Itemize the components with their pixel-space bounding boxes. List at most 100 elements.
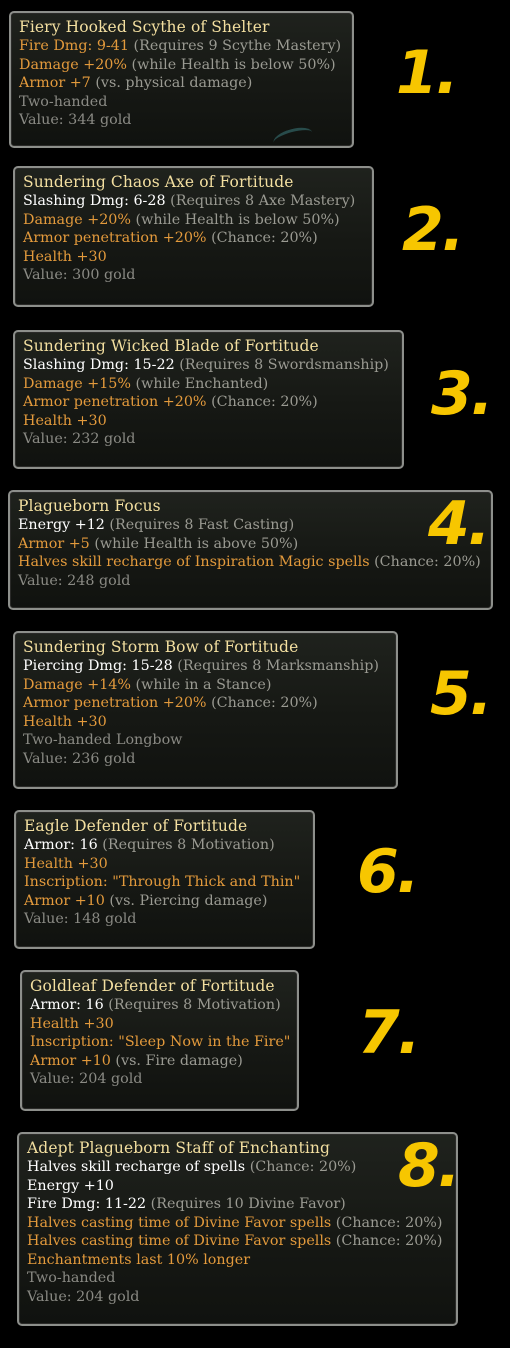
stat-text: Health +30 [23, 713, 107, 730]
stat-condition: (while Health is below 50%) [130, 211, 340, 228]
stat-condition: (Requires 8 Swordsmanship) [174, 357, 389, 373]
stat-line: Halves skill recharge of spells (Chance:… [27, 1158, 456, 1177]
stat-text: Inscription: "Through Thick and Thin" [24, 874, 301, 890]
stat-line: Two-handed [19, 93, 352, 112]
stat-line: Armor: 16 (Requires 8 Motivation) [30, 996, 297, 1015]
stat-text: Value: 236 gold [23, 750, 136, 767]
stat-text: Armor: 16 [30, 997, 104, 1013]
item-stats: Slashing Dmg: 15-22 (Requires 8 Swordsma… [23, 356, 402, 449]
stat-text: Armor +10 [24, 892, 105, 909]
stat-text: Health +30 [23, 248, 107, 265]
stat-line: Armor penetration +20% (Chance: 20%) [23, 229, 372, 248]
stat-condition: (Requires 8 Fast Casting) [104, 517, 295, 533]
item-stats: Armor: 16 (Requires 8 Motivation) Health … [30, 996, 297, 1089]
stat-line: Health +30 [30, 1015, 297, 1034]
stat-line: Value: 148 gold [24, 910, 313, 929]
item-number-6: 6. [357, 837, 420, 907]
stat-condition: (vs. physical damage) [90, 75, 253, 91]
stat-text: Health +30 [24, 855, 108, 872]
item-stats: Slashing Dmg: 6-28 (Requires 8 Axe Maste… [23, 192, 372, 285]
stat-text: Fire Dmg: 9-41 [19, 38, 129, 54]
stat-text: Armor penetration +20% [23, 394, 207, 410]
item-stats: Fire Dmg: 9-41 (Requires 9 Scythe Master… [19, 37, 352, 130]
stat-text: Armor +5 [18, 535, 90, 552]
stat-line: Halves casting time of Divine Favor spel… [27, 1232, 456, 1251]
stat-text: Slashing Dmg: 6-28 [23, 193, 166, 209]
stat-line: Value: 232 gold [23, 430, 402, 449]
stat-condition: (Chance: 20%) [245, 1159, 357, 1175]
stat-text: Energy +10 [27, 1177, 114, 1194]
item-number-4: 4. [428, 489, 491, 559]
item-tooltip-7: Goldleaf Defender of Fortitude Armor: 16… [20, 970, 299, 1111]
stat-line: Value: 204 gold [30, 1070, 297, 1089]
item-stats: Halves skill recharge of spells (Chance:… [27, 1158, 456, 1306]
stat-line: Slashing Dmg: 15-22 (Requires 8 Swordsma… [23, 356, 402, 375]
stat-line: Armor penetration +20% (Chance: 20%) [23, 694, 396, 713]
item-title: Plagueborn Focus [18, 497, 161, 515]
stat-condition: (vs. Piercing damage) [104, 892, 268, 909]
stat-line: Health +30 [23, 248, 372, 267]
stat-text: Damage +20% [23, 211, 131, 228]
stat-line: Halves casting time of Divine Favor spel… [27, 1214, 456, 1233]
stat-text: Value: 344 gold [19, 112, 132, 128]
stat-condition: (while Health is above 50%) [89, 535, 299, 552]
stat-line: Armor +7 (vs. physical damage) [19, 74, 352, 93]
stat-text: Damage +15% [23, 375, 131, 392]
stat-text: Fire Dmg: 11-22 [27, 1196, 147, 1212]
item-number-1: 1. [396, 38, 459, 108]
stat-line: Damage +20% (while Health is below 50%) [23, 211, 372, 230]
item-tooltip-3: Sundering Wicked Blade of Fortitude Slas… [13, 330, 404, 469]
stat-line: Two-handed [27, 1269, 456, 1288]
item-number-7: 7. [358, 998, 421, 1068]
stat-text: Value: 300 gold [23, 267, 136, 283]
stat-line: Halves skill recharge of Inspiration Mag… [18, 553, 491, 572]
stat-text: Damage +20% [19, 56, 127, 73]
stat-text: Armor +7 [19, 75, 91, 91]
stat-condition: (Chance: 20%) [331, 1233, 443, 1249]
item-title: Sundering Storm Bow of Fortitude [23, 638, 299, 656]
stat-line: Value: 236 gold [23, 750, 396, 769]
stat-line: Value: 248 gold [18, 572, 491, 591]
stat-text: Inscription: "Sleep Now in the Fire" [30, 1034, 291, 1050]
stat-line: Health +30 [24, 855, 313, 874]
item-number-2: 2. [402, 195, 465, 265]
item-number-8: 8. [398, 1131, 461, 1201]
stat-text: Health +30 [30, 1015, 114, 1032]
stat-text: Enchantments last 10% longer [27, 1251, 251, 1268]
stat-line: Energy +10 [27, 1177, 456, 1196]
item-title: Adept Plagueborn Staff of Enchanting [27, 1139, 331, 1157]
stat-text: Halves casting time of Divine Favor spel… [27, 1214, 332, 1231]
stat-line: Energy +12 (Requires 8 Fast Casting) [18, 516, 491, 535]
stat-line: Damage +20% (while Health is below 50%) [19, 56, 352, 75]
stat-condition: (Requires 8 Marksmanship) [172, 658, 379, 674]
item-title: Eagle Defender of Fortitude [24, 817, 248, 835]
item-title: Sundering Chaos Axe of Fortitude [23, 173, 294, 191]
item-tooltip-1: Fiery Hooked Scythe of Shelter Fire Dmg:… [9, 11, 354, 148]
stat-line: Fire Dmg: 9-41 (Requires 9 Scythe Master… [19, 37, 352, 56]
stat-text: Two-handed [27, 1270, 116, 1286]
stat-text: Armor penetration +20% [23, 695, 207, 711]
stat-line: Enchantments last 10% longer [27, 1251, 456, 1270]
item-stats: Armor: 16 (Requires 8 Motivation) Health … [24, 836, 313, 929]
stat-line: Damage +14% (while in a Stance) [23, 676, 396, 695]
stat-condition: (Chance: 20%) [206, 230, 318, 246]
stat-line: Health +30 [23, 412, 402, 431]
stat-line: Inscription: "Through Thick and Thin" [24, 873, 313, 892]
stat-line: Armor penetration +20% (Chance: 20%) [23, 393, 402, 412]
stat-line: Armor +10 (vs. Piercing damage) [24, 892, 313, 911]
stat-text: Energy +12 [18, 517, 105, 533]
stat-line: Damage +15% (while Enchanted) [23, 375, 402, 394]
item-tooltip-2: Sundering Chaos Axe of Fortitude Slashin… [13, 166, 374, 307]
stat-condition: (while Health is below 50%) [126, 56, 336, 73]
stat-condition: (Requires 8 Axe Mastery) [165, 193, 356, 209]
item-number-5: 5. [430, 659, 493, 729]
item-tooltip-6: Eagle Defender of Fortitude Armor: 16 (R… [14, 810, 315, 949]
stat-line: Inscription: "Sleep Now in the Fire" [30, 1033, 297, 1052]
stat-line: Armor: 16 (Requires 8 Motivation) [24, 836, 313, 855]
item-stats: Energy +12 (Requires 8 Fast Casting) Armo… [18, 516, 491, 590]
stat-line: Health +30 [23, 713, 396, 732]
item-tooltip-5: Sundering Storm Bow of Fortitude Piercin… [13, 631, 398, 789]
item-stats: Piercing Dmg: 15-28 (Requires 8 Marksman… [23, 657, 396, 768]
stat-condition: (while Enchanted) [130, 375, 269, 392]
stat-text: Damage +14% [23, 676, 131, 693]
